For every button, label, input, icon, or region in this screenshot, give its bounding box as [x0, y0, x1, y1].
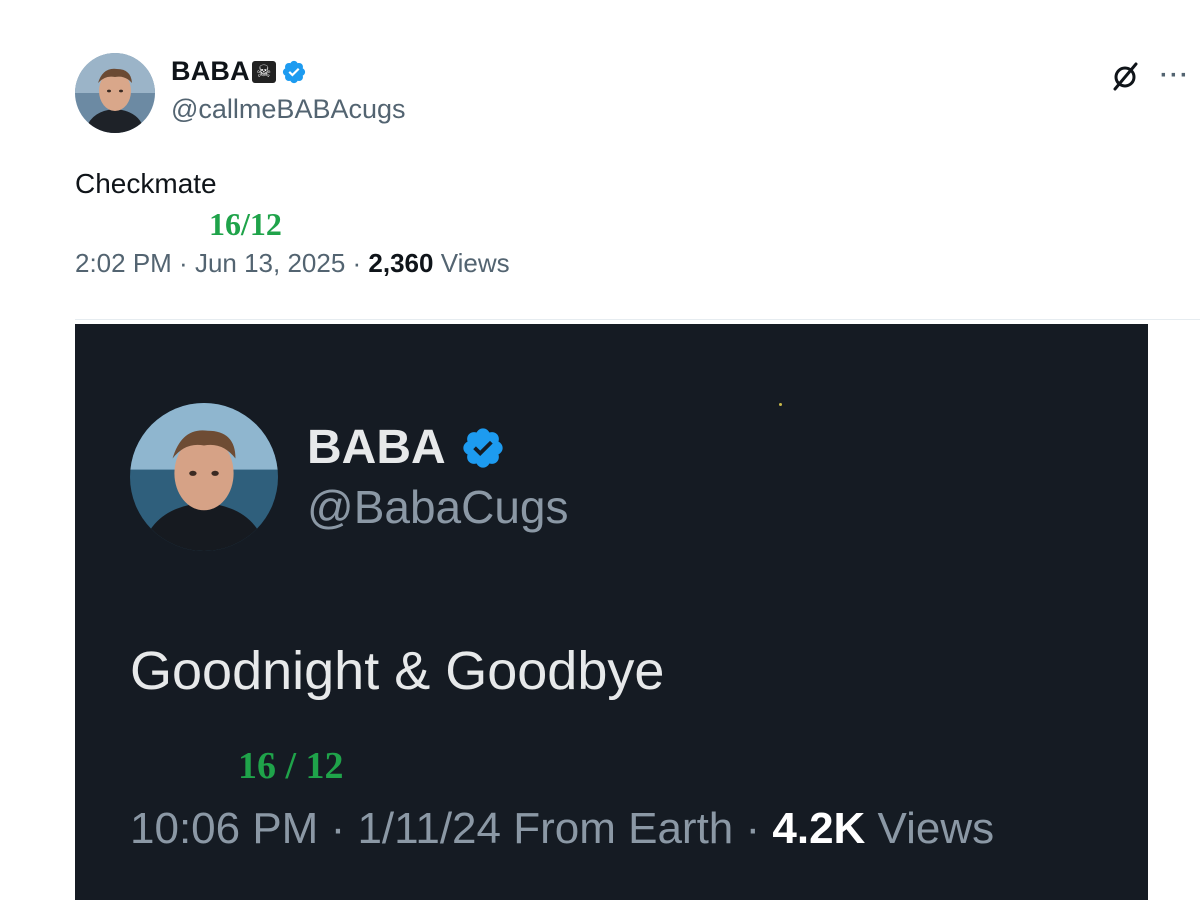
pirate-flag-icon: ☠	[251, 60, 276, 83]
meta-separator: ·	[733, 804, 773, 853]
divider	[75, 319, 1200, 320]
date-annotation: 16 / 12	[238, 745, 344, 787]
quoted-display-name: BABA	[307, 421, 446, 474]
quoted-date-location: 1/11/24 From Earth	[357, 804, 734, 853]
tweet-text: Checkmate	[75, 168, 217, 199]
display-name[interactable]: BABA	[171, 56, 250, 87]
tweet-page: BABA ☠ @callmeBABAcugs ··· Checkmate 16/…	[0, 0, 1200, 900]
verified-badge-icon[interactable]	[281, 59, 307, 85]
more-icon[interactable]: ···	[1160, 64, 1190, 88]
quoted-time: 10:06 PM	[130, 804, 319, 853]
quoted-handle: @BabaCugs	[307, 481, 569, 533]
author-handle[interactable]: @callmeBABAcugs	[171, 94, 406, 125]
quoted-views-label: Views	[865, 804, 995, 853]
views-label: Views	[433, 248, 510, 278]
tweet-time[interactable]: 2:02 PM	[75, 248, 172, 279]
tweet-actions: ···	[1110, 60, 1190, 92]
avatar[interactable]	[75, 53, 155, 133]
quoted-name-row: BABA	[307, 420, 506, 475]
quoted-views-count: 4.2K	[772, 804, 866, 853]
tweet-meta: 2:02 PM · Jun 13, 2025 · 2,360 Views	[75, 248, 510, 279]
grok-icon[interactable]	[1110, 60, 1142, 92]
quoted-tweet-meta: 10:06 PM · 1/11/24 From Earth · 4.2K Vie…	[130, 804, 994, 854]
author-name-row: BABA ☠	[171, 56, 307, 87]
quoted-avatar	[130, 403, 278, 551]
meta-separator: ·	[171, 248, 195, 278]
avatar-photo	[75, 53, 155, 133]
meta-separator: ·	[345, 248, 369, 278]
verified-badge-icon	[463, 427, 503, 468]
quoted-avatar-photo	[130, 403, 278, 551]
quoted-tweet-text: Goodnight & Goodbye	[130, 641, 665, 701]
date-annotation: 16/12	[209, 206, 282, 242]
tweet-date[interactable]: Jun 13, 2025	[195, 248, 345, 279]
speck	[779, 403, 782, 406]
views-count: 2,360	[368, 248, 434, 278]
meta-separator: ·	[318, 804, 358, 853]
